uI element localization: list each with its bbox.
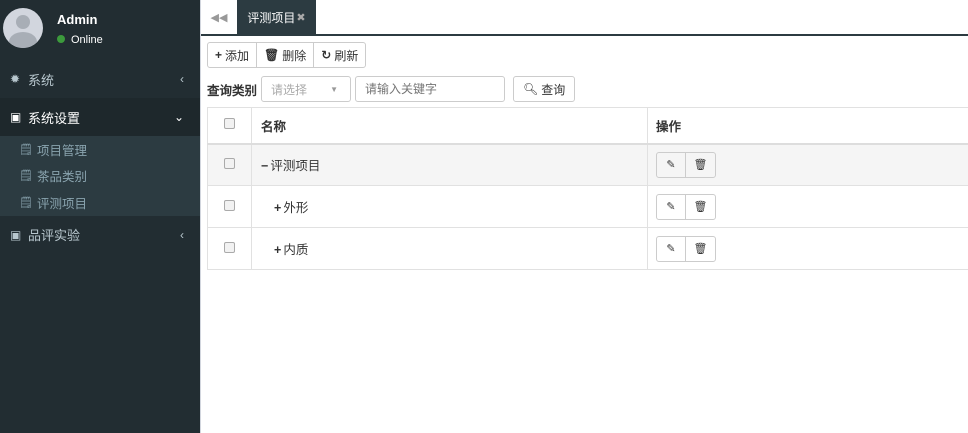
query-bar: 查询类别 请选择 ▼ 🔍︎查询: [207, 76, 576, 102]
edit-doc-icon: 🗒: [19, 170, 33, 183]
sidebar-item-system[interactable]: ✹ 系统 ‹: [0, 60, 200, 98]
select-all-checkbox[interactable]: [207, 107, 252, 145]
add-button[interactable]: + 添加: [208, 43, 258, 67]
expand-icon[interactable]: +: [274, 201, 281, 215]
row-checkbox[interactable]: [207, 227, 252, 270]
trash-icon: 🗑: [264, 48, 280, 62]
edit-icon[interactable]: ✎: [657, 236, 686, 261]
edit-icon[interactable]: ✎: [657, 194, 686, 219]
submenu-label: 茶品类别: [36, 170, 87, 185]
main-content: ◀◀ 评测项目✖ +添加 🗑删除 ↻刷新 查询类别 请选择▼ 🔍︎查询 名称 操…: [200, 0, 968, 433]
menu-label: 系统设置: [28, 110, 81, 126]
search-label: 查询: [541, 82, 566, 97]
submenu-label: 评测项目: [36, 196, 87, 211]
add-label: 添加: [225, 48, 250, 63]
submenu: 🗒 项目管理 🗒 茶品类别 🗒 评测项目: [0, 136, 200, 216]
user-name: Admin: [57, 12, 98, 27]
actions-cell: ✎ 🗑: [647, 227, 968, 270]
delete-button[interactable]: 🗑 删除: [257, 43, 315, 67]
sidebar-item-project-management[interactable]: 🗒 项目管理: [0, 136, 200, 163]
row-name: 内质: [283, 243, 309, 257]
tab-evaluation-items[interactable]: 评测项目 ✖: [237, 0, 316, 34]
tab-scroll-left-button[interactable]: ◀◀: [201, 0, 237, 34]
submenu-label: 项目管理: [36, 143, 87, 158]
status-text: Online: [71, 34, 103, 46]
name-cell: + 外形: [251, 185, 648, 228]
table-row[interactable]: + 内质 ✎ 🗑: [207, 227, 968, 270]
row-checkbox[interactable]: [207, 185, 252, 228]
trash-icon[interactable]: 🗑: [686, 237, 715, 261]
trash-icon[interactable]: 🗑: [686, 153, 715, 177]
expand-icon[interactable]: +: [274, 243, 281, 257]
name-cell: − 评测项目: [251, 143, 648, 186]
refresh-icon: ↻: [321, 48, 332, 62]
refresh-label: 刷新: [334, 48, 359, 63]
name-cell: + 内质: [251, 227, 648, 270]
menu-label: 系统: [28, 72, 55, 88]
refresh-button[interactable]: ↻ 刷新: [314, 43, 365, 67]
table-header: 名称 操作: [207, 107, 968, 145]
search-button[interactable]: 🔍︎ 查询: [513, 76, 576, 102]
close-icon[interactable]: ✖: [296, 11, 305, 24]
toolbar: + 添加 🗑 删除 ↻ 刷新: [207, 42, 367, 68]
actions-cell: ✎ 🗑: [647, 143, 968, 186]
user-panel: Admin Online: [0, 0, 200, 60]
chart-icon: ▣: [10, 110, 22, 124]
edit-icon[interactable]: ✎: [657, 152, 686, 177]
caret-down-icon: ▼: [330, 84, 339, 94]
trash-icon[interactable]: 🗑: [686, 195, 715, 219]
sidebar-item-tea-category[interactable]: 🗒 茶品类别: [0, 163, 200, 190]
table-row[interactable]: − 评测项目 ✎ 🗑: [207, 143, 968, 186]
menu-label: 品评实验: [28, 228, 81, 243]
sidebar-item-tasting-experiment[interactable]: ▣ 品评实验 ‹: [0, 216, 200, 254]
header-name: 名称: [251, 107, 648, 145]
chart-icon: ▣: [10, 227, 22, 242]
edit-doc-icon: 🗒: [19, 196, 33, 209]
chevron-down-icon: ⌄: [173, 110, 184, 124]
query-label: 查询类别: [207, 83, 258, 98]
gear-icon: ✹: [10, 72, 21, 86]
actions-cell: ✎ 🗑: [647, 185, 968, 228]
sidebar-item-system-settings[interactable]: ▣ 系统设置 ⌄: [0, 98, 200, 136]
header-actions: 操作: [647, 107, 968, 145]
sidebar-item-evaluation-items[interactable]: 🗒 评测项目: [0, 189, 200, 216]
edit-doc-icon: 🗒: [19, 143, 33, 156]
chevron-left-icon: ‹: [180, 227, 184, 242]
user-status: Online: [57, 34, 103, 46]
delete-label: 删除: [282, 48, 307, 63]
row-checkbox[interactable]: [207, 143, 252, 186]
tab-label: 评测项目: [247, 10, 296, 25]
chevron-left-icon: ‹: [180, 72, 184, 86]
collapse-icon[interactable]: −: [261, 159, 268, 173]
tab-bar: ◀◀ 评测项目 ✖: [201, 0, 968, 36]
avatar: [3, 8, 43, 48]
table-row[interactable]: + 外形 ✎ 🗑: [207, 185, 968, 228]
row-name: 评测项目: [270, 159, 321, 174]
online-dot-icon: [57, 35, 65, 43]
search-icon: 🔍︎: [523, 82, 539, 96]
category-select[interactable]: 请选择 ▼: [261, 76, 352, 102]
row-name: 外形: [283, 201, 309, 215]
select-placeholder: 请选择: [271, 82, 308, 97]
keyword-input[interactable]: [355, 76, 506, 102]
plus-icon: +: [215, 48, 223, 62]
tree-table: 名称 操作 − 评测项目 ✎ 🗑 + 外形 ✎ 🗑 + 内质 ✎ 🗑: [207, 107, 968, 270]
sidebar: Admin Online ✹ 系统 ‹ ▣ 系统设置 ⌄ 🗒 项目管理 🗒 茶品类别 🗒 评测…: [0, 0, 200, 433]
